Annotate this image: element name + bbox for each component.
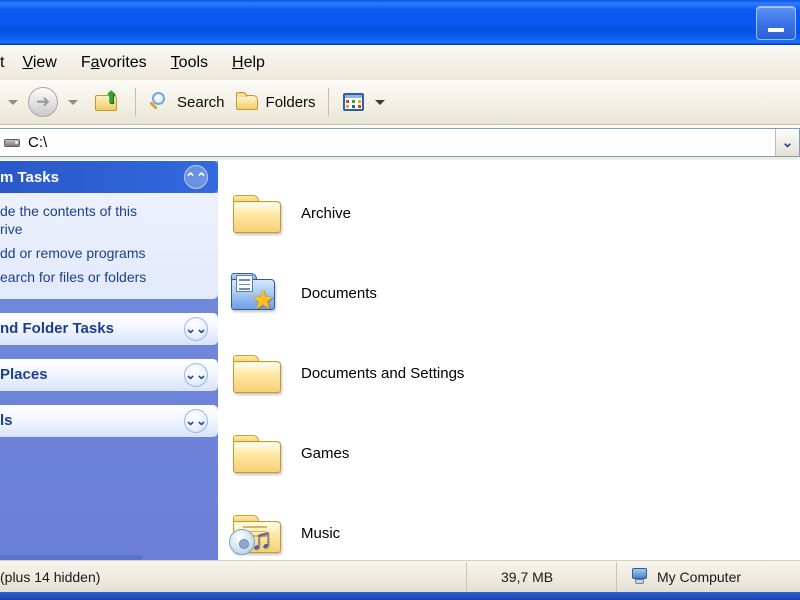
panel-header-system-tasks[interactable]: m Tasks ⌃⌃	[0, 161, 218, 193]
list-item[interactable]: Games	[222, 413, 531, 493]
menu-item-edit-clipped[interactable]: t	[0, 51, 10, 75]
folders-icon	[235, 90, 261, 114]
list-item-label: Games	[301, 444, 350, 462]
panel-header-file-folder-tasks[interactable]: nd Folder Tasks ⌄⌄	[0, 312, 218, 345]
views-button[interactable]	[336, 83, 390, 121]
taskbar-strip	[0, 592, 800, 600]
explorer-window: t View Favorites Tools Help ⬆ Search	[0, 0, 800, 600]
file-list-pane[interactable]: Archive ★ Documents Documents and Settin…	[218, 161, 800, 560]
menu-item-help-label: elp	[243, 53, 265, 71]
status-location-label: My Computer	[657, 568, 742, 585]
list-item-label: Music	[301, 524, 341, 542]
link-hide-contents[interactable]: de the contents of this rive	[0, 200, 210, 242]
list-item[interactable]: Archive	[222, 173, 531, 253]
documents-folder-icon: ★	[227, 263, 287, 323]
chevron-down-icon[interactable]: ⌄⌄	[184, 316, 208, 341]
toolbar-separator-2	[327, 88, 329, 116]
status-bar: (plus 14 hidden) 39,7 MB My Computer	[0, 560, 800, 592]
list-item[interactable]: ♫ Music	[222, 493, 531, 560]
menu-item-help[interactable]: Help	[220, 51, 277, 75]
file-grid: Archive ★ Documents Documents and Settin…	[218, 161, 800, 560]
task-pane-sidebar: m Tasks ⌃⌃ de the contents of this rive d…	[0, 161, 218, 560]
up-folder-icon: ⬆	[95, 88, 123, 116]
menu-item-view-label: iew	[32, 53, 57, 71]
list-item-label: Archive	[301, 204, 352, 222]
folders-button-label: Folders	[265, 93, 316, 111]
panel-title-other-places: Places	[0, 366, 48, 384]
list-item[interactable]: Documents and Settings	[222, 333, 531, 413]
folder-icon	[227, 343, 287, 403]
panel-body-system-tasks: de the contents of this rive dd or remove…	[0, 193, 218, 299]
menu-bar: t View Favorites Tools Help	[0, 45, 800, 80]
panel-system-tasks: m Tasks ⌃⌃ de the contents of this rive d…	[0, 161, 218, 299]
panel-title-system-tasks: m Tasks	[0, 168, 59, 186]
chevron-down-icon[interactable]: ⌄⌄	[184, 362, 208, 387]
my-computer-icon	[631, 568, 649, 585]
folder-icon	[227, 423, 287, 483]
chevron-down-icon[interactable]: ⌄⌄	[184, 408, 208, 433]
address-dropdown-icon[interactable]: ⌄	[775, 129, 799, 156]
views-icon	[341, 91, 367, 113]
back-dropdown-icon[interactable]	[8, 99, 18, 105]
status-object-count: (plus 14 hidden)	[0, 568, 101, 585]
menu-item-tools[interactable]: Tools	[159, 51, 220, 75]
minimize-button[interactable]	[756, 6, 796, 40]
folders-button[interactable]: Folders	[230, 83, 321, 121]
forward-dropdown-icon[interactable]	[68, 99, 78, 105]
up-button[interactable]: ⬆	[90, 83, 128, 121]
link-search-files-folders[interactable]: earch for files or folders	[0, 266, 210, 290]
panel-header-details[interactable]: ls ⌄⌄	[0, 404, 218, 437]
status-location: My Computer	[616, 561, 800, 592]
search-icon	[148, 90, 172, 114]
status-size: 39,7 MB	[466, 561, 616, 592]
address-input[interactable]: C:\ ⌄	[0, 128, 800, 157]
music-folder-icon: ♫	[227, 503, 287, 560]
panel-other-places: Places ⌄⌄	[0, 358, 218, 391]
forward-button-icon[interactable]	[28, 87, 58, 117]
panel-title-file-folder-tasks: nd Folder Tasks	[0, 320, 114, 338]
folder-icon	[227, 183, 287, 243]
link-add-remove-programs[interactable]: dd or remove programs	[0, 242, 210, 266]
panel-details: ls ⌄⌄	[0, 404, 218, 437]
list-item-label: Documents	[301, 284, 377, 302]
panel-file-folder-tasks: nd Folder Tasks ⌄⌄	[0, 312, 218, 345]
menu-item-tools-label: ools	[178, 53, 209, 71]
toolbar-separator	[135, 88, 136, 116]
list-item-label: Documents and Settings	[301, 364, 465, 382]
menu-item-favorites-label: vorites	[99, 53, 147, 71]
panel-header-other-places[interactable]: Places ⌄⌄	[0, 358, 218, 391]
search-button-label: Search	[177, 93, 225, 111]
chevron-up-icon[interactable]: ⌃⌃	[184, 165, 208, 189]
title-bar	[0, 0, 800, 45]
list-item[interactable]: ★ Documents	[222, 253, 531, 333]
address-value: C:\	[28, 134, 48, 151]
toolbar: ⬆ Search Folders	[0, 80, 800, 125]
panel-title-details: ls	[0, 412, 13, 430]
menu-item-favorites[interactable]: Favorites	[69, 51, 159, 75]
search-button[interactable]: Search	[143, 83, 230, 121]
menu-item-view[interactable]: View	[10, 51, 68, 75]
drive-icon	[4, 136, 22, 149]
views-dropdown-icon[interactable]	[374, 99, 385, 105]
